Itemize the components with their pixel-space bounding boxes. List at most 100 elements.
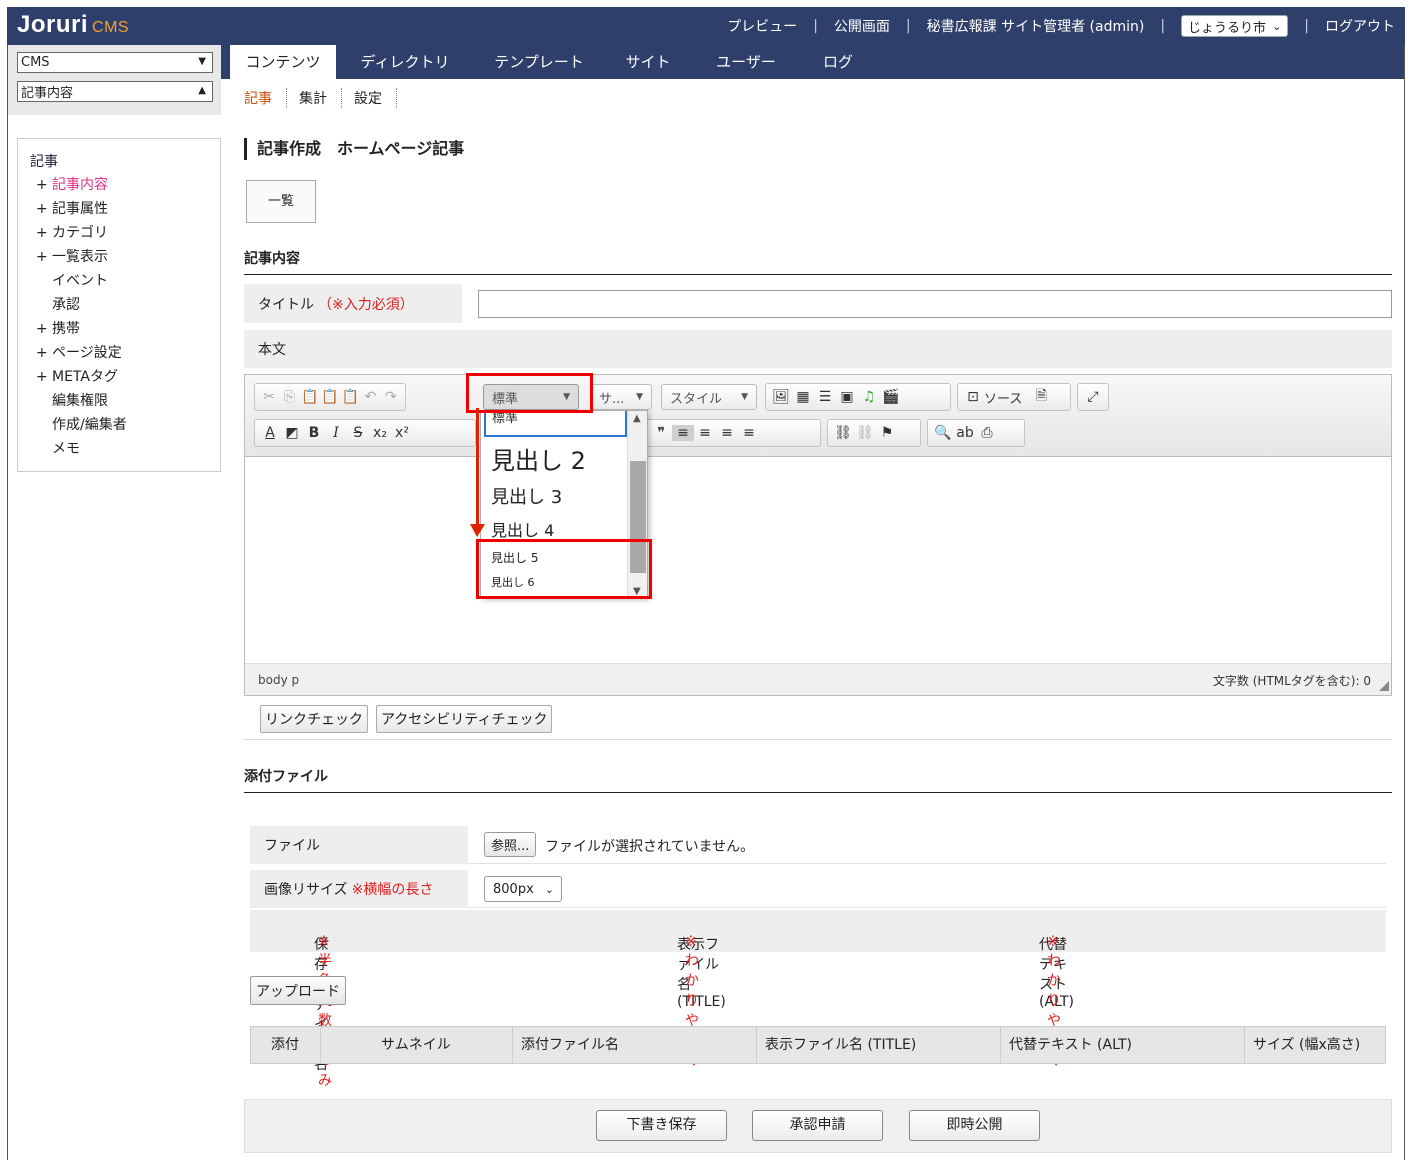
align-center-icon[interactable]: ≡	[694, 425, 716, 441]
sidebar-item-mobile[interactable]: + 携帯	[30, 317, 220, 341]
subtab-settings[interactable]: 設定	[354, 88, 397, 108]
source-button-label[interactable]: ソース	[984, 388, 1022, 407]
subtab-stats[interactable]: 集計	[299, 88, 342, 108]
replace-icon[interactable]: ab	[954, 425, 976, 441]
format-option-h4[interactable]: 見出し 4	[491, 517, 554, 541]
video-icon[interactable]: 🎬	[880, 389, 902, 405]
title-label-cell: タイトル （※入力必須）	[244, 284, 462, 323]
tab-log[interactable]: ログ	[813, 45, 863, 79]
align-justify-icon[interactable]: ≡	[738, 425, 760, 441]
link-icon[interactable]: ⛓	[832, 425, 854, 441]
browse-button[interactable]: 参照...	[484, 832, 537, 857]
blockquote-icon[interactable]: ❞	[650, 425, 672, 441]
sidebar-item-creator-editor[interactable]: 作成/編集者	[30, 413, 220, 437]
bg-color-icon[interactable]: ◩	[281, 425, 303, 441]
logo[interactable]: Joruri CMS	[17, 11, 129, 39]
list-button[interactable]: 一覧	[246, 180, 316, 223]
align-left-icon[interactable]: ≡	[672, 425, 694, 441]
sidebar-item-edit-permission[interactable]: 編集権限	[30, 389, 220, 413]
resize-label: 画像リサイズ	[264, 882, 348, 898]
sidebar-item-category[interactable]: + カテゴリ	[30, 221, 220, 245]
body-label-cell: 本文	[244, 330, 1392, 368]
source-group: ⊡ ソース 🗎	[957, 383, 1071, 411]
paste-word-icon[interactable]: 📋	[340, 389, 360, 405]
sidebar-item-page-settings[interactable]: + ページ設定	[30, 341, 220, 365]
source-icon[interactable]: ⊡	[962, 389, 984, 405]
strike-icon[interactable]: S	[347, 425, 369, 441]
title-input[interactable]	[478, 290, 1392, 318]
youtube-icon[interactable]: ▣	[836, 389, 858, 405]
scroll-up-icon[interactable]: ▲	[633, 413, 641, 424]
element-path[interactable]: body p	[258, 673, 299, 687]
logout-link[interactable]: ログアウト	[1325, 16, 1395, 36]
tab-user[interactable]: ユーザー	[711, 45, 781, 79]
bold-icon[interactable]: B	[303, 425, 325, 441]
word-count: 文字数 (HTMLタグを含む): 0	[1212, 674, 1371, 688]
redo-icon[interactable]: ↷	[381, 389, 401, 405]
chevron-down-icon: ⌄	[544, 882, 554, 896]
subtab-article[interactable]: 記事	[244, 88, 287, 108]
user-link[interactable]: 秘書広報課 サイト管理者 (admin)	[927, 16, 1145, 36]
italic-icon[interactable]: I	[325, 425, 347, 441]
style-combo[interactable]: スタイル ▼	[661, 384, 757, 410]
subscript-icon[interactable]: x₂	[369, 425, 391, 441]
cms-select[interactable]: CMS ▼	[17, 52, 213, 73]
public-page-link[interactable]: 公開画面	[834, 16, 890, 36]
draft-save-button[interactable]: 下書き保存	[596, 1110, 727, 1141]
link-check-button[interactable]: リンクチェック	[260, 705, 368, 733]
required-note: （※入力必須）	[318, 296, 414, 313]
sidebar-title[interactable]: 記事	[30, 151, 220, 171]
undo-icon[interactable]: ↶	[360, 389, 380, 405]
audio-icon[interactable]: ♫	[858, 389, 880, 405]
paste-text-icon[interactable]: 📋	[320, 389, 340, 405]
copy-icon[interactable]: ⎘	[279, 389, 299, 405]
paste-icon[interactable]: 📋	[300, 389, 320, 405]
resize-handle-icon[interactable]	[1379, 681, 1389, 691]
sidebar-item-approval[interactable]: 承認	[30, 293, 220, 317]
editor-body[interactable]	[245, 457, 1391, 663]
text-color-icon[interactable]: A	[259, 425, 281, 441]
image-icon[interactable]: 🖼	[770, 389, 792, 405]
tab-template[interactable]: テンプレート	[483, 45, 595, 79]
preview-link[interactable]: プレビュー	[727, 16, 797, 36]
col-title: 表示ファイル名 (TITLE)	[757, 1027, 1001, 1063]
unlink-icon[interactable]: ⛓	[854, 425, 876, 441]
horizontal-rule-icon[interactable]: ☰	[814, 389, 836, 405]
sidebar-item-list-view[interactable]: + 一覧表示	[30, 245, 220, 269]
align-right-icon[interactable]: ≡	[716, 425, 738, 441]
upload-button[interactable]: アップロード	[250, 976, 346, 1005]
accessibility-check-button[interactable]: アクセシビリティチェック	[376, 705, 553, 733]
sidebar-item-label: メモ	[52, 441, 80, 457]
highlight-format-combo	[466, 373, 593, 413]
sidebar-item-memo[interactable]: メモ	[30, 437, 220, 461]
format-option-h2[interactable]: 見出し 2	[491, 441, 586, 476]
resize-select[interactable]: 800px ⌄	[484, 876, 562, 902]
title-label: タイトル	[258, 296, 314, 313]
col-thumbnail: サムネイル	[321, 1027, 513, 1063]
tab-site[interactable]: サイト	[617, 45, 679, 79]
sidebar-item-meta-tag[interactable]: + METAタグ	[30, 365, 220, 389]
format-option-h3[interactable]: 見出し 3	[491, 483, 562, 509]
city-select[interactable]: じょうるり市 ⌄	[1181, 15, 1289, 37]
resize-select-value: 800px	[493, 881, 534, 897]
page-break-icon[interactable]: ⎙	[976, 425, 998, 441]
table-icon[interactable]: ▦	[792, 389, 814, 405]
publish-now-button[interactable]: 即時公開	[909, 1110, 1040, 1141]
plus-icon: +	[36, 225, 48, 241]
anchor-flag-icon[interactable]: ⚑	[876, 425, 898, 441]
approval-request-button[interactable]: 承認申請	[752, 1110, 883, 1141]
sidebar-item-article-attr[interactable]: + 記事属性	[30, 197, 220, 221]
cut-icon[interactable]: ✂	[259, 389, 279, 405]
find-icon[interactable]: 🔍	[932, 425, 954, 441]
content-select[interactable]: 記事内容 ▲	[17, 81, 213, 102]
superscript-icon[interactable]: x²	[391, 425, 413, 441]
format-option-normal[interactable]: 標準	[484, 411, 627, 437]
sidebar-item-article-content[interactable]: + 記事内容	[30, 173, 220, 197]
font-size-combo[interactable]: サ... ▼	[590, 384, 652, 410]
tab-directory[interactable]: ディレクトリ	[349, 45, 461, 79]
sidebar-item-label: 承認	[52, 297, 80, 313]
maximize-icon[interactable]: ⤢	[1082, 389, 1104, 405]
tab-contents[interactable]: コンテンツ	[230, 45, 336, 79]
sidebar-item-event[interactable]: イベント	[30, 269, 220, 293]
preview-page-icon[interactable]: 🗎	[1030, 385, 1052, 409]
